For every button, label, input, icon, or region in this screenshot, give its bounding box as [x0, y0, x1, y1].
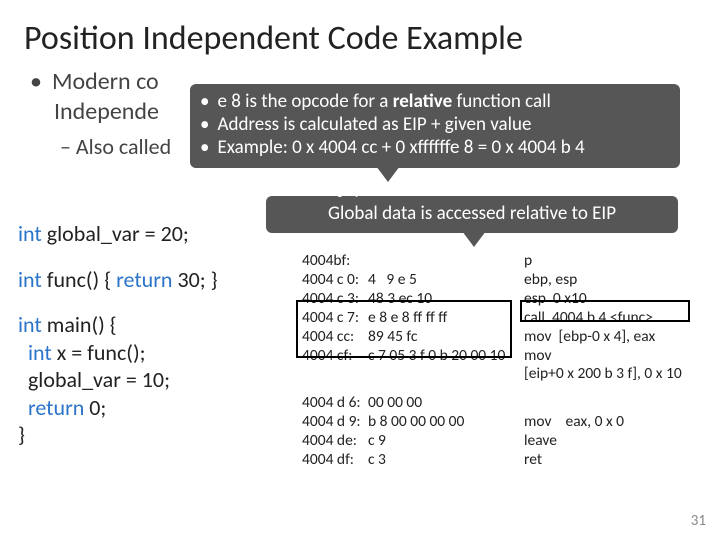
asm-mn: mov [ebp-0 x 4], eax — [524, 328, 655, 347]
src-p2b: func() { — [42, 266, 116, 293]
asm-hex — [368, 252, 524, 271]
bullet-line-1-text: Modern co — [52, 67, 159, 97]
src-line-close: } — [18, 421, 218, 449]
highlight-box-call — [520, 300, 690, 322]
asm-mn: ebp, esp — [524, 271, 577, 290]
asm-addr: 4004 d 9: — [302, 413, 368, 432]
callout1-line2: Address is calculated as EIP + given val… — [217, 113, 531, 136]
asm-mn: ret — [524, 451, 542, 470]
bullet-dot-icon: • — [200, 136, 209, 159]
src-p6b: 0; — [84, 394, 106, 421]
callout1-line3: Example: 0 x 4004 cc + 0 xffffffe 8 = 0 … — [217, 136, 584, 159]
asm-row: 4004 d 9:b 8 00 00 00 00mov eax, 0 x 0 — [302, 413, 682, 432]
kw-int: int — [18, 220, 42, 247]
bullet-sub-text: – Also called — [60, 133, 171, 160]
asm-addr: 4004 d 6: — [302, 394, 368, 413]
callout2-main: Global data is accessed relative to EIP — [328, 202, 616, 225]
callout1-l1-post: function call — [452, 90, 551, 113]
disassembly: 4004bf: p 4004 c 0:4 9 e 5ebp, esp 4004 c… — [302, 252, 682, 470]
callout2-top: 0 >: — [336, 186, 358, 201]
src-p4b: x = func(); — [52, 339, 146, 366]
kw-int: int — [18, 339, 52, 366]
src-line-global: int global_var = 20; — [18, 220, 218, 248]
asm-row: 4004bf: p — [302, 252, 682, 271]
kw-return: return — [116, 266, 172, 293]
src-line-return: return 0; — [18, 394, 218, 422]
callout1-l1-pre: e 8 is the opcode for a — [217, 90, 392, 113]
bullet-dot-icon: • — [30, 67, 42, 97]
asm-row: 4004 de:c 9leave — [302, 432, 682, 451]
asm-mn: p — [524, 252, 532, 271]
callout1-l1-bold: relative — [393, 90, 452, 113]
callout-global: 0 >: Global data is accessed relative to… — [266, 196, 678, 233]
src-p3b: main() { — [42, 311, 117, 338]
asm-row: 4004 df:c 3ret — [302, 451, 682, 470]
asm-row: [eip+0 x 200 b 3 f], 0 x 10 — [302, 365, 682, 384]
asm-mn: leave — [524, 432, 557, 451]
asm-mn: [eip+0 x 200 b 3 f], 0 x 10 — [302, 365, 682, 384]
src-line-x: int x = func(); — [18, 339, 218, 367]
asm-addr: 4004 de: — [302, 432, 368, 451]
asm-addr: 4004bf: — [302, 252, 368, 271]
asm-hex: b 8 00 00 00 00 — [368, 413, 524, 432]
src-p2d: 30; } — [172, 266, 217, 293]
src-p1b: global_var = 20; — [42, 220, 189, 247]
bullet-line-2-text: Independe — [54, 97, 159, 127]
asm-hex: c 9 — [368, 432, 524, 451]
highlight-box-hex — [296, 300, 512, 358]
asm-addr: 4004 df: — [302, 451, 368, 470]
callout-tail-icon — [376, 166, 400, 182]
slide-title: Position Independent Code Example — [0, 0, 720, 67]
callout1-line1: e 8 is the opcode for a relative functio… — [217, 90, 550, 113]
source-code: int global_var = 20; int func() { return… — [18, 220, 218, 449]
asm-hex: 4 9 e 5 — [368, 271, 524, 290]
kw-return: return — [18, 394, 84, 421]
asm-mn: mov eax, 0 x 0 — [524, 413, 624, 432]
slide-number: 31 — [691, 512, 706, 530]
asm-row: 4004 c 0:4 9 e 5ebp, esp — [302, 271, 682, 290]
kw-int: int — [18, 311, 42, 338]
asm-addr: 4004 c 0: — [302, 271, 368, 290]
src-line-assign: global_var = 10; — [18, 366, 218, 394]
asm-row: 4004 d 6:00 00 00 — [302, 394, 682, 413]
asm-hex: c 3 — [368, 451, 524, 470]
bullet-dot-icon: • — [200, 113, 209, 136]
src-line-func: int func() { return 30; } — [18, 266, 218, 294]
asm-mn: mov — [524, 347, 552, 366]
callout-opcode: • e 8 is the opcode for a relative funct… — [190, 84, 680, 168]
asm-hex: 00 00 00 — [368, 394, 524, 413]
src-line-main-open: int main() { — [18, 311, 218, 339]
callout-tail-icon — [462, 231, 486, 247]
kw-int: int — [18, 266, 42, 293]
bullet-dot-icon: • — [200, 90, 209, 113]
